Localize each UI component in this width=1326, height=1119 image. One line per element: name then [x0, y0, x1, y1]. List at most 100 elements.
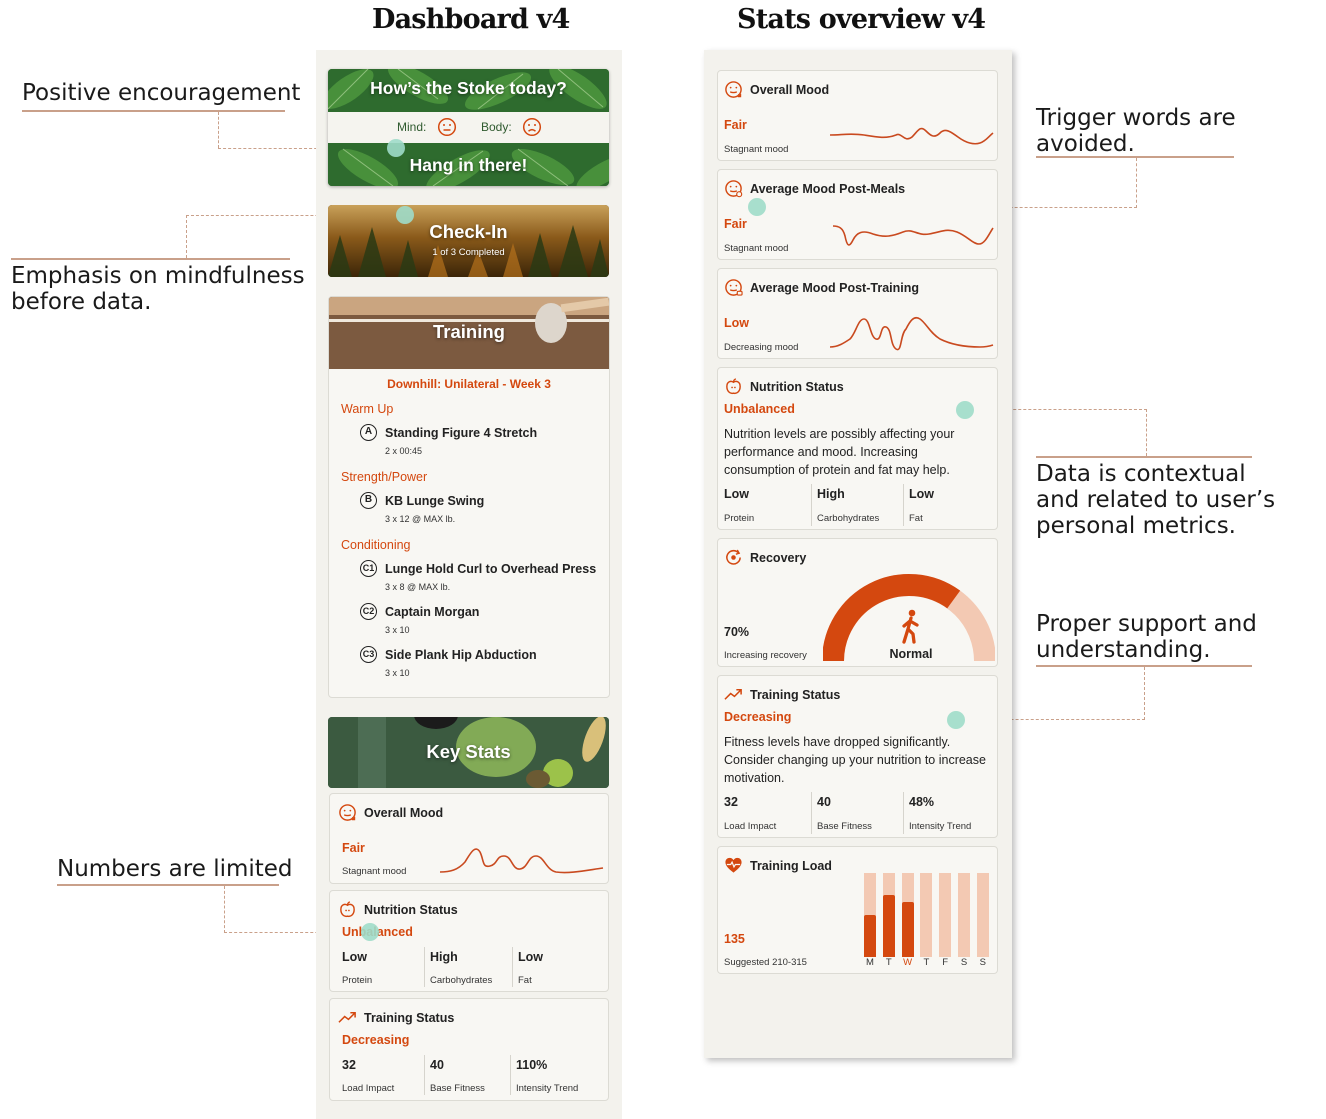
card-title-label: Average Mood Post-Meals [750, 181, 906, 196]
checkin-card[interactable]: Check-In 1 of 3 Completed [328, 205, 609, 277]
sad-face-icon[interactable] [522, 117, 542, 137]
load-bar-track [939, 873, 952, 957]
recovery-card[interactable]: Recovery 70% Increasing recovery Normal [717, 538, 998, 667]
macro-level: Low [724, 487, 749, 501]
card-title: Average Mood Post-Meals [724, 179, 905, 198]
annotation-contextual: Data is contextual and related to user’s… [1036, 461, 1275, 539]
annotation-line: Emphasis on mindfulness [11, 263, 305, 289]
mood-sparkline [830, 127, 994, 145]
divider [811, 792, 812, 834]
apple-icon [340, 901, 355, 918]
annotation-dot [387, 139, 405, 157]
body-label: Body: [481, 120, 512, 134]
training-card[interactable]: Training Downhill: Unilateral - Week 3 W… [328, 296, 610, 698]
mood-status: Low [724, 316, 749, 330]
mood-status: Fair [724, 118, 747, 132]
training-load-days: MTWTFSS [864, 957, 996, 971]
exercise-name[interactable]: Standing Figure 4 Stretch [385, 426, 537, 440]
mood-sparkline [830, 316, 994, 351]
card-title-label: Recovery [750, 550, 807, 565]
dashboard-mood-card[interactable]: Overall Mood Fair Stagnant mood [329, 793, 609, 884]
annotation-connector [186, 215, 187, 258]
dashboard-nutrition-card[interactable]: Nutrition Status Unbalanced Low Protein … [329, 890, 609, 992]
card-title: Training Load [724, 856, 832, 875]
card-title-label: Average Mood Post-Training [750, 280, 920, 295]
annotation-connector [218, 112, 219, 148]
day-label: T [885, 957, 892, 968]
mood-face-icon [339, 804, 356, 821]
recovery-icon [726, 549, 741, 565]
stats-training-status-card[interactable]: Training Status Decreasing Fitness level… [717, 675, 998, 838]
exercise-sets: 2 x 00:45 [385, 446, 423, 456]
exercise-sets: 3 x 10 [385, 668, 410, 678]
card-title: Overall Mood [724, 80, 829, 99]
metric-value: 32 [724, 795, 738, 809]
stats-nutrition-card[interactable]: Nutrition Status Unbalanced Nutrition le… [717, 367, 998, 530]
training-load-card[interactable]: Training Load 135 Suggested 210-315 MTWT… [717, 846, 998, 974]
stats-mood-card[interactable]: Overall Mood Fair Stagnant mood [717, 70, 998, 161]
macro-level: High [817, 487, 845, 501]
divider [424, 1055, 425, 1095]
section-conditioning: Conditioning [341, 538, 411, 552]
training-load-note: Suggested 210-315 [724, 957, 807, 968]
stoke-card[interactable]: How’s the Stoke today? Mind: Body: Hang … [328, 69, 609, 186]
exercise-name[interactable]: Captain Morgan [385, 605, 479, 619]
annotation-line: avoided. [1036, 131, 1135, 157]
divider [903, 792, 904, 834]
recovery-value: 70% [724, 625, 750, 639]
annotation-mindfulness: Emphasis on mindfulness before data. [11, 263, 305, 315]
load-bar-track [976, 873, 989, 957]
exercise-name[interactable]: KB Lunge Swing [385, 494, 484, 508]
card-title-label: Training Status [364, 1010, 455, 1025]
section-strength-power: Strength/Power [341, 470, 428, 484]
annotation-line: Data is contextual [1036, 461, 1246, 487]
annotation-line: Trigger words are [1036, 105, 1236, 131]
dashboard-training-status-card[interactable]: Training Status Decreasing 32 Load Impac… [329, 998, 609, 1101]
metric-name: Load Impact [724, 821, 777, 832]
annotation-dot [947, 711, 965, 729]
day-label: S [979, 957, 986, 968]
metric-value: 40 [817, 795, 831, 809]
metric-name: Intensity Trend [909, 821, 972, 832]
annotation-connector [1136, 158, 1137, 208]
exercise-letter: C3 [360, 646, 377, 663]
macro-name: Carbohydrates [430, 975, 493, 986]
nutrition-description: Nutrition levels are possibly affecting … [724, 427, 955, 477]
card-title-label: Training Status [750, 687, 841, 702]
annotation-line: understanding. [1036, 637, 1211, 663]
annotation-line: personal metrics. [1036, 513, 1236, 539]
apple-icon [726, 378, 741, 395]
training-load-chart [864, 873, 996, 957]
load-bar-fill [901, 901, 914, 957]
exercise-letter: C1 [360, 560, 377, 577]
macro-name: Carbohydrates [817, 513, 880, 524]
mood-sparkline [833, 225, 994, 246]
day-label: M [866, 957, 874, 968]
day-label: T [923, 957, 930, 968]
gauge-label: Normal [889, 647, 933, 661]
mood-sparkline [440, 848, 604, 874]
neutral-face-icon[interactable] [437, 117, 457, 137]
exercise-letter: B [360, 492, 377, 509]
annotation-support: Proper support and understanding. [1036, 611, 1257, 663]
card-title: Recovery [724, 548, 806, 567]
mood-status: Fair [724, 217, 747, 231]
macro-level: High [430, 950, 458, 964]
metric-name: Load Impact [342, 1083, 395, 1094]
annotation-numbers: Numbers are limited [57, 856, 293, 882]
checkin-title: Check-In [429, 221, 508, 242]
stoke-question: How’s the Stoke today? [370, 78, 567, 98]
exercise-name[interactable]: Side Plank Hip Abduction [385, 648, 537, 662]
annotation-line: before data. [11, 289, 152, 315]
macro-name: Fat [909, 513, 923, 524]
post-training-card[interactable]: Average Mood Post-Training Low Decreasin… [717, 268, 998, 359]
card-title: Nutrition Status [724, 377, 844, 396]
exercise-name[interactable]: Lunge Hold Curl to Overhead Press [385, 562, 596, 576]
macro-name: Protein [342, 975, 373, 986]
divider [512, 947, 513, 987]
card-title-label: Overall Mood [364, 805, 444, 820]
dashboard-heading: Dashboard v4 [372, 4, 570, 35]
load-bar-fill [864, 915, 876, 957]
training-banner: Training [329, 297, 609, 369]
trend-up-icon [724, 688, 742, 700]
